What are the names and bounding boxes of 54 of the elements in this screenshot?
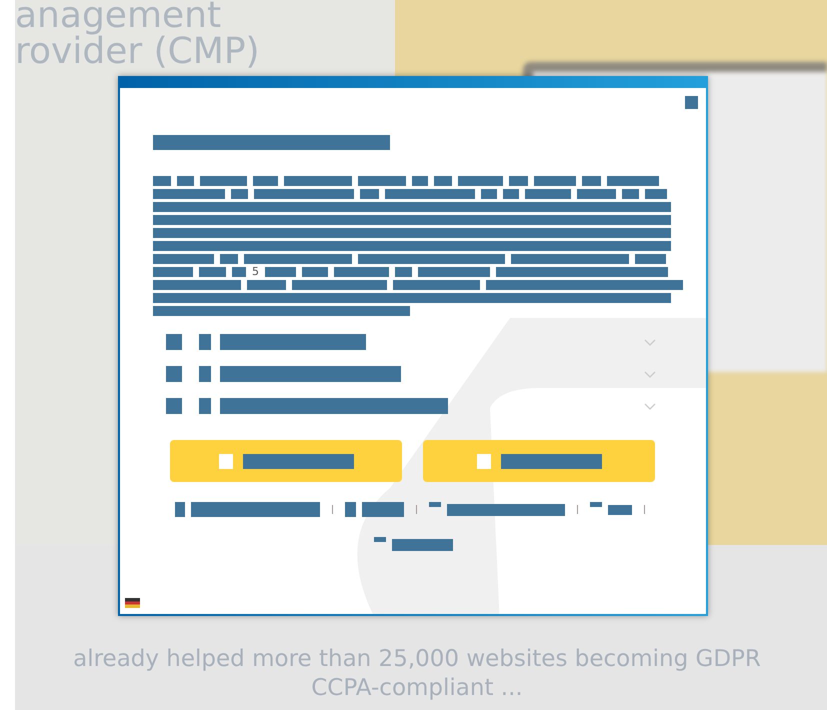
close-button[interactable]	[685, 96, 698, 109]
tagline-text: CCPA-compliant ...	[311, 674, 523, 703]
redacted-text	[153, 267, 193, 277]
redacted-text	[534, 176, 576, 186]
redacted-link[interactable]	[608, 504, 632, 514]
redacted-link[interactable]	[447, 504, 565, 516]
redacted-text	[302, 267, 328, 277]
redacted-text	[395, 267, 412, 277]
redacted-text	[358, 176, 406, 186]
tagline-text: already helped more than 25,000 websites becoming GDPR	[73, 645, 761, 674]
chevron-down-icon[interactable]	[644, 338, 656, 346]
redacted-text	[231, 189, 248, 199]
redacted-text	[153, 176, 171, 186]
redacted-text	[418, 267, 490, 277]
redacted-text	[153, 189, 225, 199]
redacted-text	[582, 176, 601, 186]
heading-text: anagement	[15, 0, 222, 36]
redacted-text	[635, 254, 666, 264]
redacted-text	[360, 189, 379, 199]
redacted-text	[503, 189, 519, 199]
redacted-text	[232, 267, 246, 277]
redacted-text	[200, 176, 247, 186]
redacted-text	[434, 176, 452, 186]
redacted-text	[177, 176, 194, 186]
redacted-text	[220, 254, 238, 264]
redacted-text	[481, 189, 497, 199]
redacted-text	[253, 176, 278, 186]
redacted-text	[577, 189, 616, 199]
chevron-down-icon[interactable]	[644, 370, 656, 378]
redacted-text	[458, 176, 503, 186]
redacted-text	[607, 176, 659, 186]
redacted-text	[247, 280, 286, 290]
settings-button[interactable]	[423, 440, 655, 482]
number-text: 5	[252, 267, 259, 277]
redacted-text	[525, 189, 571, 199]
accept-button[interactable]	[170, 440, 402, 482]
redacted-text	[412, 176, 428, 186]
redacted-icon	[166, 398, 182, 414]
redacted-text	[199, 398, 211, 414]
redacted-text	[199, 334, 211, 350]
redacted-text	[153, 254, 214, 264]
flag-icon[interactable]	[125, 598, 140, 608]
redacted-text	[509, 176, 528, 186]
redacted-text	[199, 267, 226, 277]
redacted-text	[645, 189, 667, 199]
redacted-link[interactable]	[392, 538, 453, 550]
chevron-down-icon[interactable]	[644, 402, 656, 410]
redacted-icon	[166, 334, 182, 350]
redacted-text	[199, 366, 211, 382]
redacted-text	[334, 267, 389, 277]
redacted-text	[284, 176, 352, 186]
redacted-text	[265, 267, 296, 277]
redacted-text	[622, 189, 639, 199]
redacted-icon	[166, 366, 182, 382]
